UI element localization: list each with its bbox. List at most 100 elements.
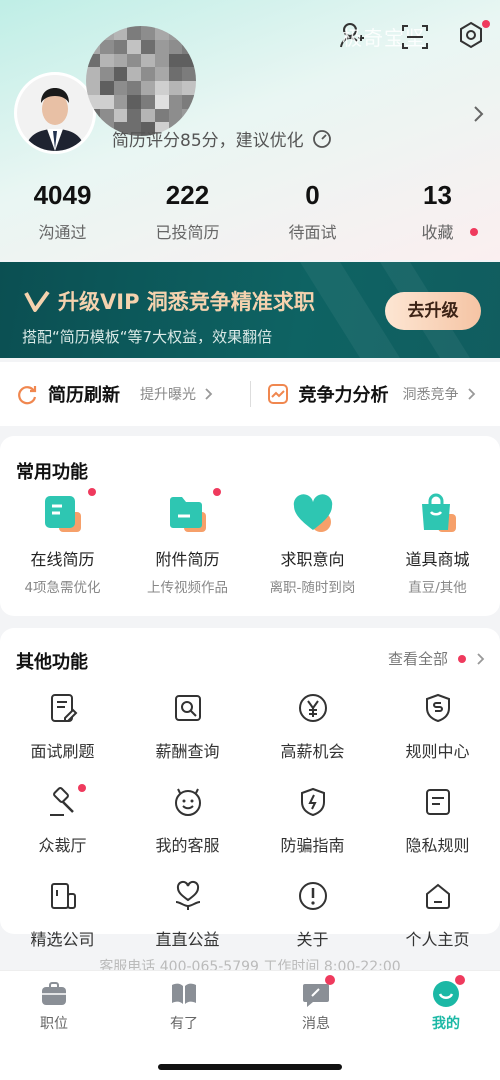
badge-dot [212,488,221,496]
favorites-badge [470,228,478,236]
item-label: 规则中心 [405,742,470,761]
chevron-right-icon [205,388,213,400]
job-intent-item[interactable]: 求职意向 离职-随时到岗 [250,492,375,596]
salary-query-item[interactable]: 薪酬查询 [125,692,250,772]
scan-icon[interactable] [400,22,430,56]
view-all-badge [458,654,466,663]
profile-chevron-icon[interactable] [472,104,486,128]
item-label: 个人主页 [405,930,470,949]
stat-label: 收藏 [421,223,454,242]
competitiveness-item[interactable]: 竞争力分析 洞悉竞争 [251,381,500,407]
chart-trend-icon [267,384,288,404]
chat-bubble-icon [301,975,335,1009]
personal-homepage-item[interactable]: 个人主页 [375,880,500,960]
item-label: 面试刷题 [30,742,95,761]
item-subtitle: 4项急需优化 [24,580,101,596]
vip-title-text: 升级VIP 洞悉竞争精准求职 [58,290,315,314]
chevron-right-icon [477,652,485,665]
tab-mine[interactable]: 我的 [406,975,486,1033]
blurred-photo [86,26,196,136]
stat-value: 222 [165,180,210,210]
home-icon [425,883,450,909]
gauge-icon [312,129,331,148]
item-title: 道具商城 [405,550,470,569]
item-title: 求职意向 [280,550,345,569]
home-indicator [158,1064,342,1070]
building-icon [50,883,76,909]
messages-badge [325,975,335,985]
prop-shop-item[interactable]: 道具商城 直豆/其他 [375,492,500,596]
vip-logo-icon [24,290,50,312]
refresh-icon [18,386,37,405]
badge-dot [87,488,96,496]
item-label: 直直公益 [155,930,220,949]
upgrade-button[interactable]: 去升级 [385,292,481,330]
resume-score[interactable]: 简历评分85分，建议优化 [112,126,332,151]
online-resume-item[interactable]: 在线简历 4项急需优化 [0,488,125,596]
doc-lines-icon [425,789,450,815]
resume-refresh-item[interactable]: 简历刷新 提升曝光 [0,381,250,407]
stat-value: 0 [305,180,320,210]
privacy-rules-item[interactable]: 隐私规则 [375,786,500,866]
interview-practice-item[interactable]: 面试刷题 [0,692,125,772]
item-title: 在线简历 [30,550,95,569]
resume-score-text: 简历评分85分，建议优化 [112,131,304,151]
other-functions-grid: 面试刷题 薪酬查询 高薪机会 规则中心 众裁厅 我的客服 防骗指南 隐私规则 精… [0,692,500,960]
stat-value: 4049 [33,180,92,210]
stat-applied[interactable]: 222 已投简历 [125,180,250,243]
tab-label: 消息 [302,1016,330,1032]
charity-item[interactable]: 直直公益 [125,880,250,960]
rules-center-item[interactable]: 规则中心 [375,692,500,772]
online-resume-icon [41,492,85,536]
item-label: 隐私规则 [405,836,470,855]
book-icon [169,979,199,1009]
stat-interview[interactable]: 0 待面试 [250,180,375,243]
attachment-resume-item[interactable]: 附件简历 上传视频作品 [125,488,250,596]
search-doc-icon [174,695,201,721]
stat-favorites[interactable]: 13 收藏 [375,180,500,243]
common-functions-title: 常用功能 [16,462,88,483]
shopping-bag-icon [416,492,460,536]
notepad-pen-icon [50,694,77,722]
customer-service-item[interactable]: 我的客服 [125,786,250,866]
featured-companies-item[interactable]: 精选公司 [0,880,125,960]
anti-fraud-item[interactable]: 防骗指南 [250,786,375,866]
mine-badge [455,975,465,985]
high-salary-item[interactable]: 高薪机会 [250,692,375,772]
smiley-icon [174,788,201,816]
settings-badge [482,20,490,28]
item-subtitle: 直豆/其他 [408,580,467,596]
arbitration-hall-item[interactable]: 众裁厅 [0,784,125,866]
tools-row: 简历刷新 提升曝光 竞争力分析 洞悉竞争 [0,362,500,426]
avatar[interactable] [14,72,96,154]
shield-s-icon [425,693,450,723]
badge-dot [77,784,86,792]
tab-label: 职位 [40,1016,68,1032]
stats-row: 4049 沟通过 222 已投简历 0 待面试 13 收藏 [0,180,500,243]
stat-label: 沟通过 [38,223,87,242]
common-functions-card: 常用功能 在线简历 4项急需优化 附件简历 上传视频作品 求职意向 离职-随时到… [0,436,500,616]
view-all-link[interactable]: 查看全部 [388,648,486,669]
chevron-right-icon [467,388,475,400]
shield-bolt-icon [300,787,325,817]
tab-label: 有了 [170,1016,198,1032]
tool-hint: 提升曝光 [140,387,196,403]
about-item[interactable]: 关于 [250,880,375,960]
stat-contacted[interactable]: 4049 沟通过 [0,180,125,243]
settings-icon[interactable] [456,20,490,54]
tool-name: 简历刷新 [48,385,120,406]
common-functions-grid: 在线简历 4项急需优化 附件简历 上传视频作品 求职意向 离职-随时到岗 道具商… [0,488,500,596]
item-label: 高薪机会 [280,742,345,761]
tool-hint: 洞悉竞争 [402,387,459,403]
tab-jobs[interactable]: 职位 [14,979,94,1033]
folder-icon [166,492,210,536]
item-subtitle: 离职-随时到岗 [269,580,356,596]
briefcase-icon [39,979,69,1009]
tab-youle[interactable]: 有了 [144,979,224,1033]
other-functions-title: 其他功能 [16,652,88,673]
gavel-icon [49,787,74,816]
stat-value: 13 [423,180,452,210]
tab-messages[interactable]: 消息 [276,975,356,1033]
tab-label: 我的 [432,1016,460,1032]
vip-subtitle: 搭配“简历模板“等7大权益，效果翻倍 [22,328,273,346]
